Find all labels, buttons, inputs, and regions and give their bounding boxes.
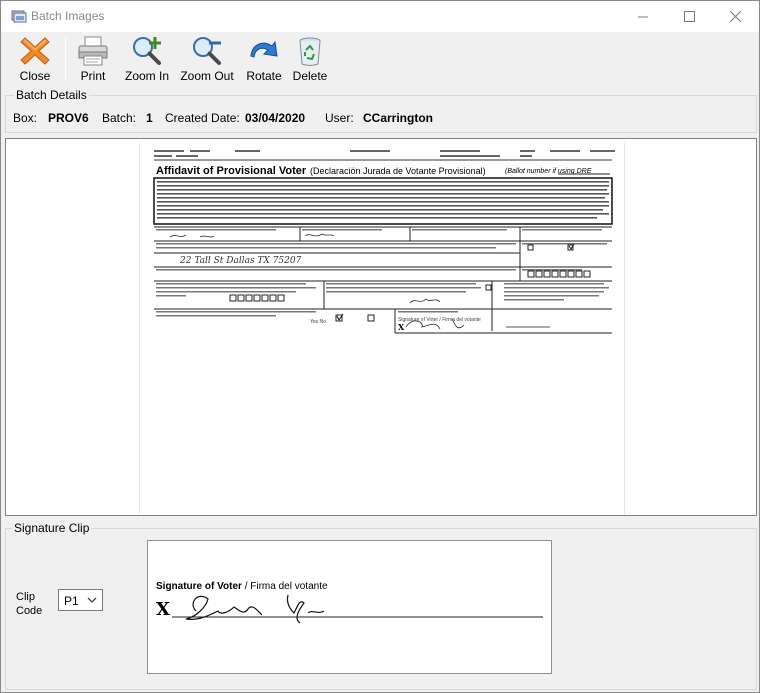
- delete-label: Delete: [292, 69, 328, 83]
- title-bar: Batch Images: [1, 1, 759, 32]
- zoom-in-button[interactable]: Zoom In: [122, 34, 172, 84]
- maximize-icon: [683, 11, 695, 22]
- close-window-button[interactable]: [712, 1, 758, 32]
- signature-clip-legend: Signature Clip: [12, 521, 92, 535]
- svg-text:X: X: [398, 322, 405, 332]
- rotate-button[interactable]: Rotate: [244, 34, 284, 84]
- form-heading-spanish: (Declaración Jurada de Votante Provision…: [310, 166, 486, 176]
- chevron-down-icon: [87, 597, 97, 603]
- clip-code-label-line2: Code: [16, 605, 43, 617]
- app-icon: [11, 10, 27, 23]
- handwritten-address: 22 Tall St Dallas TX 75207: [179, 256, 302, 266]
- batch-details-legend: Batch Details: [14, 88, 89, 102]
- zoom-in-icon: [133, 37, 161, 65]
- zoom-in-label: Zoom In: [124, 69, 169, 83]
- clip-code-label: Clip Code: [16, 590, 42, 618]
- created-date-label: Created Date:: [165, 111, 240, 125]
- recycle-bin-icon: [299, 37, 321, 66]
- printer-icon: [78, 36, 108, 66]
- zoom-out-icon: [193, 37, 221, 65]
- minimize-icon: [637, 16, 648, 18]
- batch-value: 1: [146, 111, 153, 125]
- box-label: Box:: [13, 111, 38, 125]
- handwritten-signature: X: [156, 594, 543, 624]
- zoom-out-label: Zoom Out: [180, 69, 234, 83]
- image-viewer[interactable]: Affidavit of Provisional Voter (Declarac…: [5, 138, 757, 516]
- toolbar-separator: [65, 37, 66, 81]
- box-value: PROV6: [48, 111, 89, 125]
- close-window-icon: [729, 11, 741, 22]
- close-label: Close: [19, 69, 51, 83]
- delete-button[interactable]: Delete: [290, 34, 330, 84]
- toolbar: Close Print Zoom In Zoom Out Rotate Dele…: [1, 32, 759, 86]
- clip-code-value: P1: [64, 594, 79, 608]
- maximize-button[interactable]: [666, 1, 712, 32]
- clip-code-label-line1: Clip: [16, 591, 35, 603]
- print-label: Print: [80, 69, 106, 83]
- minimize-button[interactable]: [620, 1, 666, 32]
- rotate-label: Rotate: [246, 69, 282, 83]
- rotate-icon: [250, 40, 278, 58]
- batch-images-window: Batch Images Close Print Zoom In Zoom Ou…: [0, 0, 760, 693]
- close-x-icon: [20, 37, 50, 65]
- signature-x-mark: X: [156, 599, 170, 620]
- batch-label: Batch:: [102, 111, 137, 125]
- clip-code-select[interactable]: P1: [58, 589, 103, 611]
- close-button[interactable]: Close: [15, 34, 55, 84]
- form-yes-no: Yes No: [310, 319, 326, 325]
- document-image: Affidavit of Provisional Voter (Declarac…: [139, 141, 625, 515]
- print-button[interactable]: Print: [73, 34, 113, 84]
- window-title: Batch Images: [31, 9, 105, 23]
- form-heading: Affidavit of Provisional Voter: [156, 165, 307, 177]
- user-value: CCarrington: [363, 111, 433, 125]
- user-label: User:: [325, 111, 354, 125]
- created-date-value: 03/04/2020: [245, 111, 306, 125]
- signature-clip-image: Signature of Voter / Firma del votante X: [147, 540, 552, 674]
- zoom-out-button[interactable]: Zoom Out: [178, 34, 236, 84]
- affidavit-form-image: Affidavit of Provisional Voter (Declarac…: [153, 150, 615, 334]
